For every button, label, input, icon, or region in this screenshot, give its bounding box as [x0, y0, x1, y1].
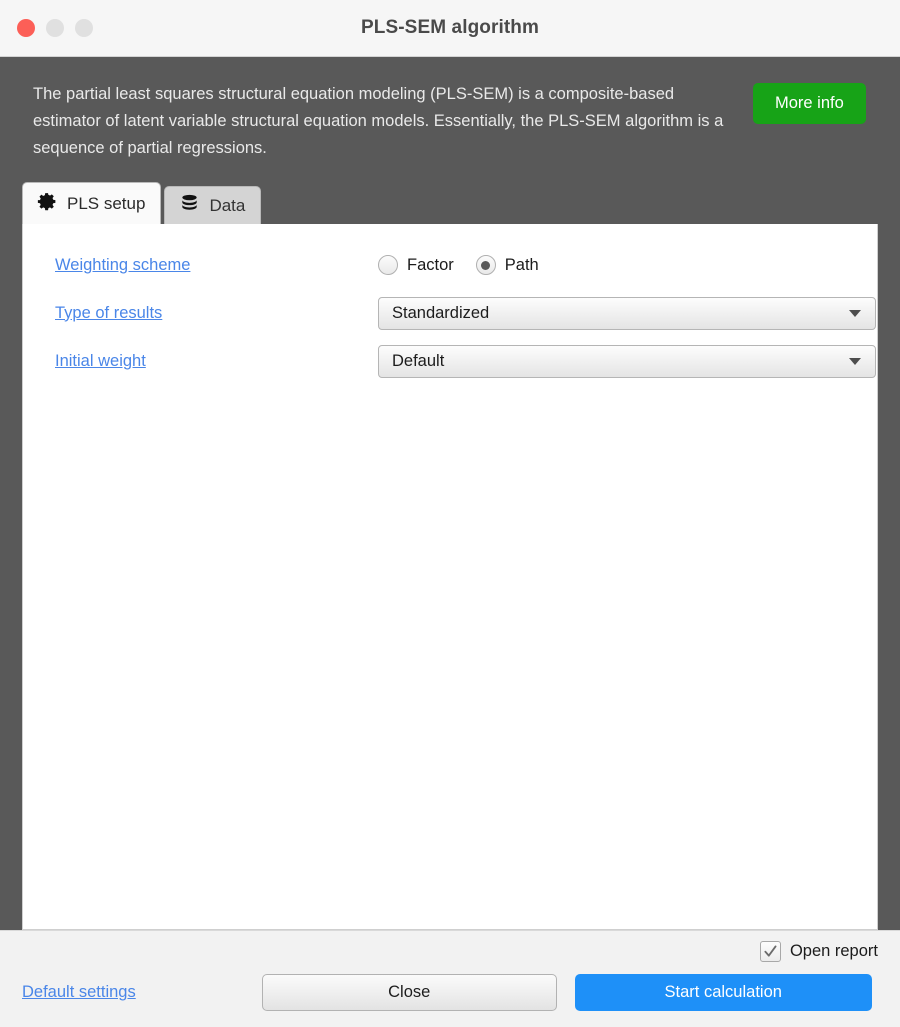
tab-data[interactable]: Data [164, 186, 262, 224]
default-settings-link[interactable]: Default settings [22, 983, 136, 1002]
panel-wrapper: Weighting scheme Factor Path Type of res… [0, 224, 900, 930]
footer-bottom-row: Default settings Close Start calculation [22, 974, 878, 1011]
tab-data-label: Data [209, 195, 246, 215]
radio-path-indicator[interactable] [475, 255, 496, 275]
database-icon [179, 193, 200, 219]
start-calculation-button[interactable]: Start calculation [574, 974, 872, 1011]
close-window-button[interactable] [17, 19, 35, 37]
open-report-checkbox-row[interactable]: Open report [759, 941, 878, 962]
tab-strip: PLS setup Data [0, 182, 900, 224]
dialog-window: PLS-SEM algorithm The partial least squa… [0, 0, 900, 1027]
chevron-down-icon [849, 309, 861, 317]
chevron-down-icon [849, 357, 861, 365]
initial-weight-control: Default [378, 344, 876, 378]
type-of-results-control: Standardized [378, 296, 876, 330]
type-of-results-value: Standardized [392, 303, 490, 322]
form-row-initial-weight: Initial weight Default [33, 342, 876, 380]
open-report-checkbox[interactable] [759, 941, 781, 962]
weighting-scheme-control: Factor Path [378, 255, 855, 275]
form-row-weighting-scheme: Weighting scheme Factor Path [33, 246, 855, 284]
initial-weight-link[interactable]: Initial weight [55, 352, 146, 370]
dialog-footer: Open report Default settings Close Start… [0, 930, 900, 1027]
type-of-results-link[interactable]: Type of results [55, 304, 162, 322]
form-row-type-of-results: Type of results Standardized [33, 294, 876, 332]
close-button[interactable]: Close [261, 974, 557, 1011]
description-text: The partial least squares structural equ… [33, 85, 724, 157]
tab-pls-setup[interactable]: PLS setup [22, 182, 162, 224]
maximize-window-button[interactable] [75, 19, 93, 37]
radio-factor-indicator[interactable] [378, 255, 398, 275]
title-bar: PLS-SEM algorithm [0, 0, 900, 57]
pls-setup-panel: Weighting scheme Factor Path Type of res… [22, 224, 878, 930]
traffic-lights [17, 19, 93, 37]
weighting-scheme-link[interactable]: Weighting scheme [55, 256, 190, 274]
open-report-label: Open report [789, 942, 878, 960]
window-title: PLS-SEM algorithm [361, 17, 539, 38]
type-of-results-select[interactable]: Standardized [378, 296, 876, 330]
gear-icon [37, 191, 58, 217]
more-info-button[interactable]: More info [753, 83, 866, 124]
radio-path-pip [481, 260, 491, 270]
radio-path-label: Path [504, 255, 539, 274]
type-of-results-label-cell: Type of results [33, 304, 378, 323]
weighting-scheme-label-cell: Weighting scheme [33, 256, 378, 275]
initial-weight-label-cell: Initial weight [33, 352, 378, 371]
footer-top-row: Open report [22, 941, 878, 962]
weighting-scheme-radio-group: Factor Path [378, 255, 539, 275]
radio-option-path[interactable]: Path [475, 255, 539, 275]
minimize-window-button[interactable] [46, 19, 64, 37]
description-band: The partial least squares structural equ… [0, 57, 900, 182]
check-icon [764, 945, 777, 957]
radio-factor-label: Factor [407, 255, 454, 274]
initial-weight-value: Default [392, 351, 445, 370]
tab-pls-setup-label: PLS setup [67, 193, 146, 213]
radio-option-factor[interactable]: Factor [378, 255, 454, 275]
initial-weight-select[interactable]: Default [378, 344, 876, 378]
